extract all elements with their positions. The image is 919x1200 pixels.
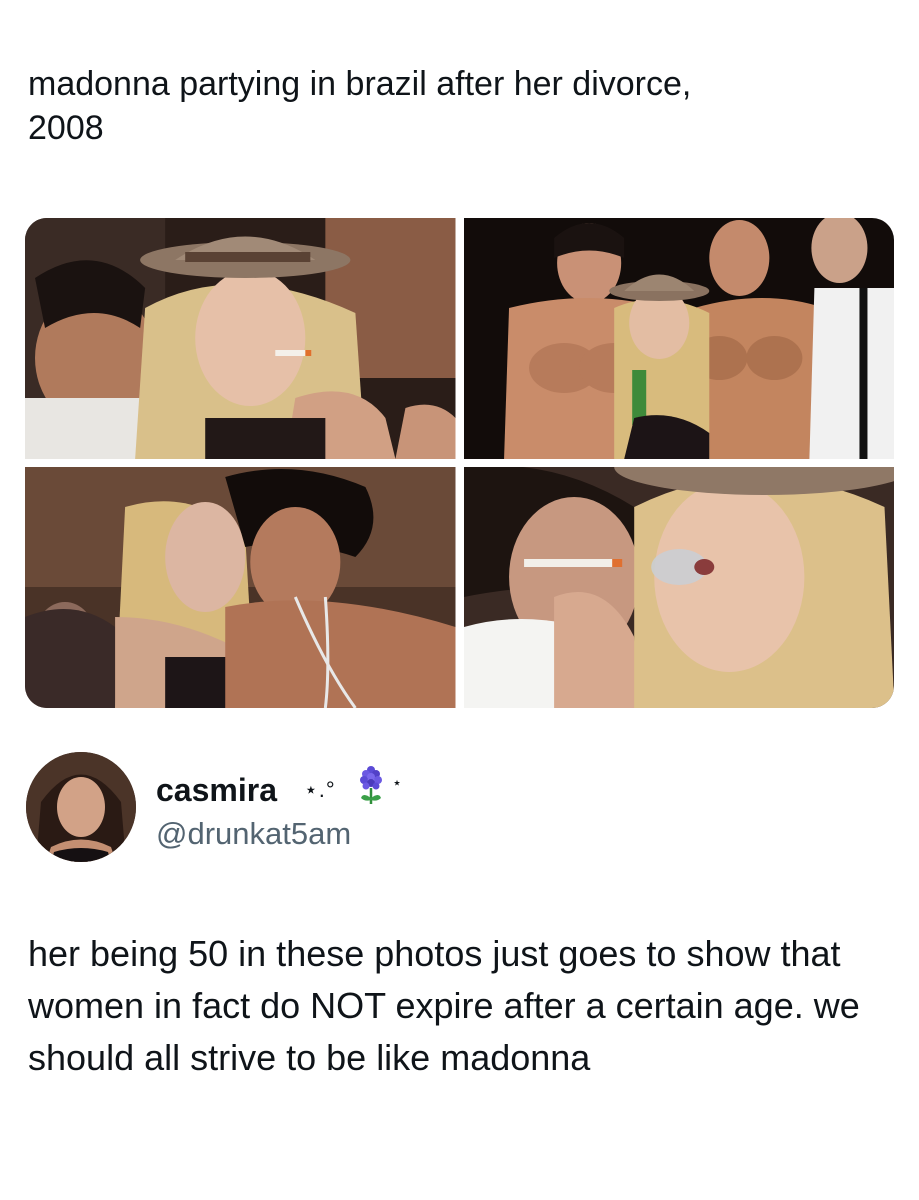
photo-4[interactable] [463, 467, 894, 708]
quoted-tweet-header[interactable]: casmira ⋆.° ⋆ @drunkat5am [26, 752, 886, 864]
name-decoration: ⋆.° [304, 777, 336, 802]
avatar-image [26, 752, 136, 862]
photo-1-image [25, 218, 456, 459]
name-tail-sparkle: ⋆ [392, 775, 403, 792]
handle[interactable]: @drunkat5am [156, 814, 351, 854]
quoted-tweet-text: her being 50 in these photos just goes t… [28, 933, 860, 1078]
post-caption: madonna partying in brazil after her div… [28, 65, 692, 147]
photo-1[interactable] [25, 218, 456, 459]
photo-3-image [25, 467, 456, 708]
photo-4-image [463, 467, 894, 708]
display-name[interactable]: casmira [156, 770, 277, 810]
photo-2-image [463, 218, 894, 459]
photo-grid[interactable] [25, 218, 894, 708]
hyacinth-flower-icon [360, 766, 382, 804]
photo-3[interactable] [25, 467, 456, 708]
photo-2[interactable] [463, 218, 894, 459]
avatar[interactable] [26, 752, 136, 862]
